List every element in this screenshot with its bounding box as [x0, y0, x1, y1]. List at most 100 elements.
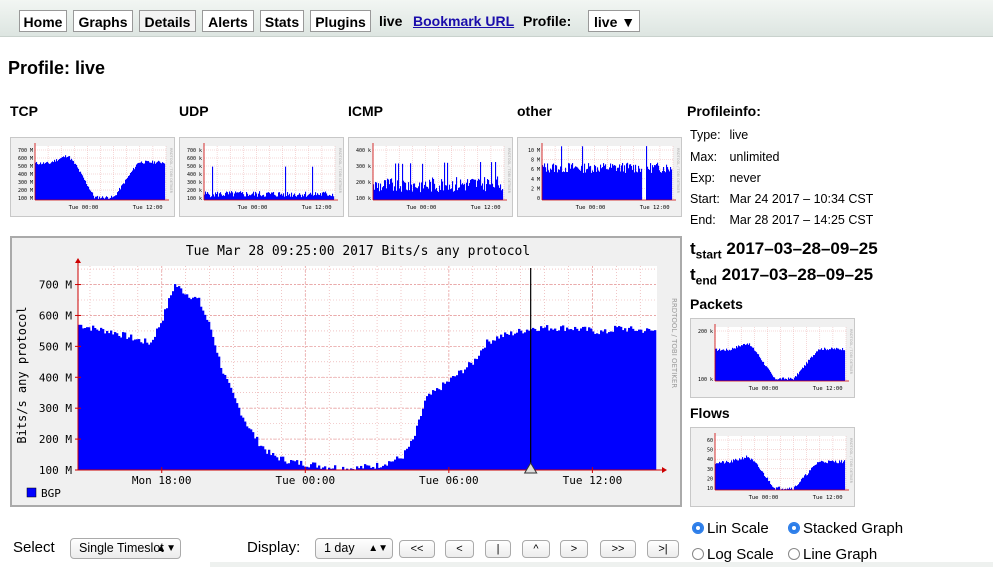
nav-fast-forward-button[interactable]: >>: [600, 540, 636, 558]
line-graph-radio[interactable]: Line Graph: [788, 546, 877, 563]
thumb-bar: [613, 165, 615, 200]
thumb-bar: [799, 482, 801, 490]
nav-prev-button[interactable]: <: [445, 540, 474, 558]
area-bar: [166, 308, 169, 470]
thumb-bar: [325, 191, 327, 200]
thumb-bar: [323, 191, 325, 200]
thumb-bar: [809, 359, 811, 381]
nav-next-button[interactable]: >: [560, 540, 588, 558]
profile-select[interactable]: live ▼: [588, 10, 640, 32]
area-bar: [172, 291, 175, 470]
area-bar: [572, 330, 575, 470]
timeslot-select[interactable]: Single Timeslot ▲▼: [70, 538, 181, 559]
log-scale-radio[interactable]: Log Scale: [692, 546, 774, 563]
thumb-bar: [758, 354, 760, 381]
thumb-bar: [380, 183, 382, 200]
main-bits-graph[interactable]: Tue Mar 28 09:25:00 2017 Bits/s any prot…: [10, 236, 682, 507]
thumb-bar: [434, 183, 436, 200]
thumb-bar: [150, 162, 152, 200]
thumb-bar: [761, 470, 763, 490]
nav-first-button[interactable]: <<: [399, 540, 435, 558]
area-bar: [242, 417, 245, 470]
thumb-bar: [265, 196, 267, 200]
thumb-bar: [814, 465, 816, 490]
thumb-bar: [779, 486, 781, 490]
tab-plugins[interactable]: Plugins: [310, 10, 371, 32]
thumb-bar: [332, 193, 334, 200]
thumb-bar: [36, 161, 38, 200]
tab-home[interactable]: Home: [19, 10, 67, 32]
y-axis-arrow: [75, 258, 81, 263]
area-bar: [244, 421, 247, 470]
thumb-bar: [752, 347, 754, 381]
thumb-bar: [558, 169, 560, 200]
thumb-bar: [102, 196, 104, 200]
thumb-bar: [268, 192, 270, 200]
timeslot-select-value: Single Timeslot: [79, 541, 164, 555]
thumb-bar: [129, 175, 131, 200]
thumb-bar: [609, 167, 611, 200]
thumb-bar: [555, 165, 557, 200]
tab-stats[interactable]: Stats: [260, 10, 304, 32]
nav-center-button[interactable]: |: [485, 540, 511, 558]
thumb-bar: [217, 191, 219, 200]
thumb-bar: [633, 165, 635, 200]
thumb-bar: [159, 161, 161, 200]
bookmark-url-link[interactable]: Bookmark URL: [413, 13, 514, 29]
thumb-bar: [610, 163, 612, 200]
thumb-bar: [748, 457, 750, 490]
info-exp: Exp: never: [690, 171, 761, 185]
thumb-bar: [842, 347, 844, 381]
icmp-graph-thumbnail[interactable]: 400 k 300 k 200 k 100 k Tue 00:00 Tue 12:00 RR…: [348, 137, 513, 217]
thumb-bar: [804, 475, 806, 490]
display-range-select[interactable]: 1 day ▲▼: [315, 538, 393, 559]
legend-swatch-bgp: [26, 487, 37, 498]
thumb-bar: [628, 168, 630, 200]
thumb-bar: [379, 191, 381, 200]
thumb-bar: [121, 185, 123, 200]
thumb-bar: [772, 486, 774, 490]
tcp-graph-thumbnail[interactable]: 700 M 600 M 500 M 400 M 300 M 200 M 100 M Tue 0…: [10, 137, 175, 217]
thumb-bar: [295, 195, 297, 200]
stacked-graph-radio[interactable]: Stacked Graph: [788, 520, 903, 537]
area-bar: [614, 325, 617, 470]
thumb-bar: [403, 180, 405, 200]
thumb-bar: [280, 194, 282, 200]
thumb-bar: [235, 191, 237, 200]
area-bar: [178, 286, 181, 470]
thumb-bar: [618, 167, 620, 200]
packets-graph-thumbnail[interactable]: 200 k 100 k Tue 00:00 Tue 12:00 RRDTOOL / TO…: [690, 318, 855, 398]
main-graph-canvas[interactable]: Tue Mar 28 09:25:00 2017 Bits/s any prot…: [12, 238, 680, 505]
thumb-bar: [56, 159, 58, 200]
thumb-bar: [812, 357, 814, 381]
thumb-bar: [746, 344, 748, 381]
thumb-bar: [461, 184, 463, 200]
area-bar: [534, 328, 537, 470]
thumb-bar: [737, 460, 739, 490]
thumb-bar: [408, 182, 410, 200]
flows-graph-thumbnail[interactable]: 60 50 40 30 20 10 Tue 00:00 Tue 12:00 RRDTOOL / …: [690, 427, 855, 507]
thumb-bar: [249, 194, 251, 200]
thumb-bar: [456, 177, 458, 200]
thumb-bar: [37, 163, 39, 200]
other-graph-thumbnail[interactable]: 10 M 8 M 6 M 4 M 2 M 0 Tue 00:00 Tue 12:00 RRDTO…: [517, 137, 682, 217]
udp-graph-thumbnail[interactable]: 700 k 600 k 500 k 400 k 300 k 200 k 100 k Tue 0…: [179, 137, 344, 217]
area-bar: [566, 327, 569, 470]
area-bar: [96, 329, 99, 470]
lin-scale-radio[interactable]: Lin Scale: [692, 520, 769, 537]
area-bar: [154, 336, 157, 470]
thumb-bar: [550, 168, 552, 200]
tab-alerts[interactable]: Alerts: [202, 10, 254, 32]
thumb-bar: [225, 192, 227, 200]
area-bar: [538, 330, 541, 470]
thumb-bar: [733, 348, 735, 381]
thumb-watermark: RRDTOOL / TOBI OETIKER: [676, 148, 680, 194]
nav-last-button[interactable]: >|: [647, 540, 679, 558]
thumb-bar: [454, 190, 456, 200]
tab-graphs[interactable]: Graphs: [73, 10, 133, 32]
area-bar: [448, 381, 451, 470]
thumb-bar: [462, 183, 464, 200]
tab-details[interactable]: Details: [139, 10, 196, 32]
nav-up-button[interactable]: ^: [522, 540, 550, 558]
area-bar: [454, 376, 457, 470]
